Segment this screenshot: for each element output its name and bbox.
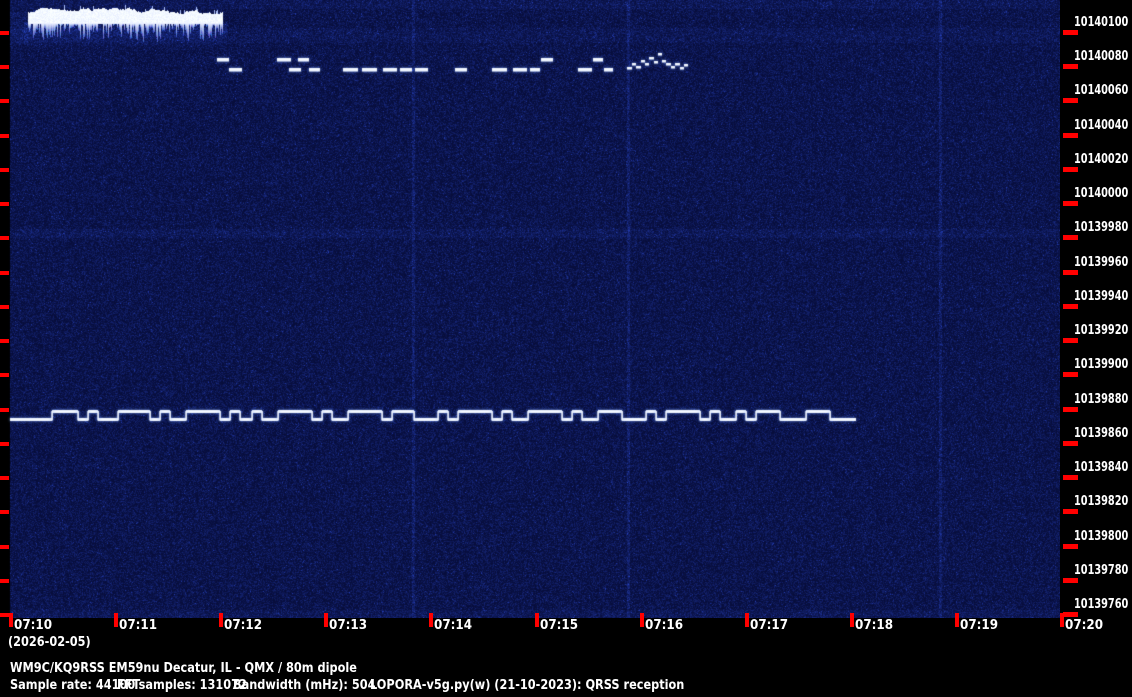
freq-tick-left	[0, 236, 9, 240]
freq-tick-right	[1063, 201, 1078, 206]
freq-axis-label: 10140100	[1074, 15, 1129, 30]
freq-tick-left	[0, 202, 9, 206]
freq-tick-right	[1063, 30, 1078, 35]
freq-tick-left	[0, 168, 9, 172]
freq-tick-left	[0, 442, 9, 446]
time-axis-label: 07:12	[224, 618, 263, 633]
freq-axis-label: 10139960	[1074, 255, 1129, 270]
freq-tick-left	[0, 613, 9, 617]
time-axis-label: 07:16	[645, 618, 684, 633]
spectrogram-waterfall-canvas	[0, 0, 1060, 618]
time-axis-label: 07:18	[855, 618, 894, 633]
freq-tick-left	[0, 339, 9, 343]
freq-tick-left	[0, 271, 9, 275]
freq-tick-left	[0, 305, 9, 309]
time-axis-label: 07:11	[119, 618, 158, 633]
freq-tick-right	[1063, 235, 1078, 240]
freq-axis-label: 10139880	[1074, 392, 1129, 407]
freq-tick-right	[1063, 338, 1078, 343]
station-info-label: WM9C/KQ9RSS EM59nu Decatur, IL - QMX / 8…	[10, 661, 357, 676]
fft-samples-label: FFTsamples: 131072	[117, 678, 247, 693]
qrss-grabber-screen: 10140100 10140080 10140060 10140040 10140020…	[0, 0, 1132, 697]
time-tick	[535, 613, 539, 627]
time-tick	[219, 613, 223, 627]
time-axis-label: 07:13	[329, 618, 368, 633]
time-axis-label: 07:10	[14, 618, 53, 633]
freq-axis-label: 10139780	[1074, 563, 1129, 578]
freq-axis-label: 10140020	[1074, 152, 1129, 167]
freq-axis-label: 10139860	[1074, 426, 1129, 441]
freq-tick-left	[0, 408, 9, 412]
freq-tick-right	[1063, 475, 1078, 480]
time-tick	[955, 613, 959, 627]
time-tick	[9, 613, 13, 627]
freq-axis-label: 10139760	[1074, 597, 1129, 612]
freq-tick-right	[1063, 509, 1078, 514]
freq-tick-right	[1063, 407, 1078, 412]
time-axis-label: 07:20	[1065, 618, 1104, 633]
freq-tick-left	[0, 99, 9, 103]
time-tick	[429, 613, 433, 627]
freq-tick-left	[0, 545, 9, 549]
freq-tick-left	[0, 134, 9, 138]
freq-axis-label: 10139940	[1074, 289, 1129, 304]
time-tick	[1060, 613, 1064, 627]
freq-tick-right	[1063, 167, 1078, 172]
freq-tick-right	[1063, 441, 1078, 446]
freq-axis-label: 10139920	[1074, 323, 1129, 338]
freq-tick-right	[1063, 304, 1078, 309]
time-tick	[324, 613, 328, 627]
freq-tick-right	[1063, 270, 1078, 275]
freq-tick-left	[0, 31, 9, 35]
time-axis-label: 07:15	[540, 618, 579, 633]
freq-tick-left	[0, 373, 9, 377]
freq-tick-right	[1063, 98, 1078, 103]
time-tick	[850, 613, 854, 627]
date-label: (2026-02-05)	[8, 635, 91, 650]
time-tick	[114, 613, 118, 627]
time-axis-label: 07:19	[960, 618, 999, 633]
freq-axis-label: 10140040	[1074, 118, 1129, 133]
software-version-label: LOPORA-v5g.py(w) (21-10-2023): QRSS rece…	[370, 678, 685, 693]
freq-tick-right	[1063, 612, 1078, 617]
freq-axis-label: 10140000	[1074, 186, 1129, 201]
freq-tick-left	[0, 65, 9, 69]
freq-tick-left	[0, 476, 9, 480]
freq-tick-right	[1063, 544, 1078, 549]
time-tick	[745, 613, 749, 627]
freq-axis-label: 10139980	[1074, 220, 1129, 235]
freq-tick-right	[1063, 578, 1078, 583]
bandwidth-label: Bandwidth (mHz): 504	[233, 678, 376, 693]
freq-axis-label: 10140080	[1074, 49, 1129, 64]
freq-tick-right	[1063, 133, 1078, 138]
freq-tick-right	[1063, 64, 1078, 69]
freq-axis-label: 10139900	[1074, 357, 1129, 372]
time-axis-label: 07:17	[750, 618, 789, 633]
freq-tick-right	[1063, 372, 1078, 377]
time-tick	[640, 613, 644, 627]
freq-axis-label: 10139840	[1074, 460, 1129, 475]
freq-axis-label: 10139800	[1074, 529, 1129, 544]
freq-tick-left	[0, 579, 9, 583]
freq-axis-label: 10139820	[1074, 494, 1129, 509]
freq-axis-label: 10140060	[1074, 83, 1129, 98]
freq-tick-left	[0, 510, 9, 514]
time-axis-label: 07:14	[434, 618, 473, 633]
